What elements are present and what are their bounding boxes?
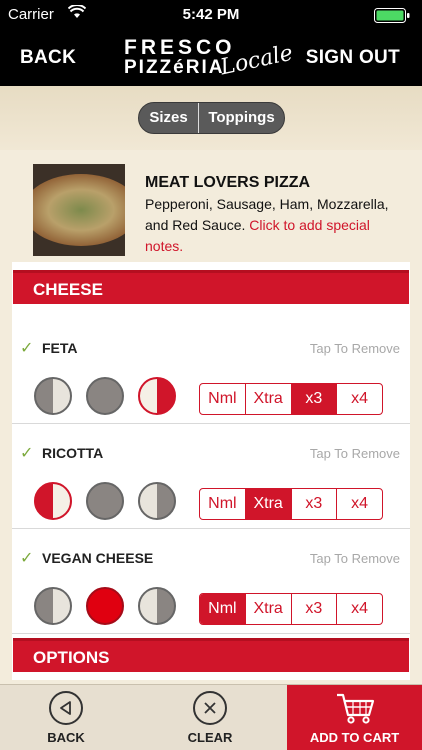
section-header-cheese: CHEESE [13,270,409,304]
right-half-portion-button[interactable] [138,482,176,520]
cart-icon [333,691,377,725]
amount-x4[interactable]: x4 [337,489,382,519]
amount-xtra[interactable]: Xtra [246,384,292,414]
topping-row: ✓ FETA Tap To Remove Nml Xtra x3 x4 [12,320,410,424]
logo-line-2: PIZZéRIA [124,57,225,78]
toolbar-clear-button[interactable]: CLEAR [175,685,245,750]
tap-to-remove[interactable]: Tap To Remove [310,551,400,566]
nav-bar: BACK FRESCO PIZZéRIA Locale SIGN OUT [0,30,422,86]
bottom-toolbar: BACK CLEAR ADD TO CART [0,684,422,750]
right-half-portion-button[interactable] [138,587,176,625]
right-half-portion-button[interactable] [138,377,176,415]
tap-to-remove[interactable]: Tap To Remove [310,341,400,356]
amount-xtra[interactable]: Xtra [246,594,292,624]
topping-row: ✓ VEGAN CHEESE Tap To Remove Nml Xtra x3… [12,530,410,634]
checkmark-icon: ✓ [20,445,34,462]
back-arrow-icon [49,691,83,725]
topping-name[interactable]: RICOTTA [42,445,103,461]
sizes-toppings-segmented: Sizes Toppings [138,102,285,134]
amount-selector: Nml Xtra x3 x4 [199,383,383,415]
amount-xtra[interactable]: Xtra [245,489,292,519]
segment-bar: Sizes Toppings [0,86,422,150]
amount-selector: Nml Xtra x3 x4 [199,593,383,625]
whole-portion-button[interactable] [86,377,124,415]
topping-name[interactable]: VEGAN CHEESE [42,550,153,566]
amount-nml[interactable]: Nml [200,594,246,624]
tap-to-remove[interactable]: Tap To Remove [310,446,400,461]
whole-portion-button[interactable] [86,482,124,520]
checkmark-icon: ✓ [20,550,34,567]
sign-out-button[interactable]: SIGN OUT [306,47,400,69]
product-title: MEAT LOVERS PIZZA [145,174,311,191]
amount-nml[interactable]: Nml [200,489,246,519]
add-to-cart-button[interactable]: ADD TO CART [287,685,422,750]
section-header-options: OPTIONS [13,638,409,672]
brand-logo: FRESCO PIZZéRIA Locale [120,34,295,84]
clock: 5:42 PM [182,6,240,23]
status-bar: Carrier 5:42 PM [0,0,422,30]
whole-portion-button[interactable] [86,587,124,625]
amount-nml[interactable]: Nml [200,384,246,414]
back-button[interactable]: BACK [20,47,76,69]
left-half-portion-button[interactable] [34,482,72,520]
close-icon [193,691,227,725]
toolbar-back-label: BACK [47,730,85,745]
toolbar-back-button[interactable]: BACK [33,685,99,750]
battery-icon [374,8,410,23]
left-half-portion-button[interactable] [34,377,72,415]
tab-toppings[interactable]: Toppings [199,103,284,133]
amount-x4[interactable]: x4 [337,384,382,414]
topping-name[interactable]: FETA [42,340,78,356]
amount-x3[interactable]: x3 [292,594,338,624]
product-description: Pepperoni, Sausage, Ham, Mozzarella, and… [145,194,410,257]
left-half-portion-button[interactable] [34,587,72,625]
topping-row: ✓ RICOTTA Tap To Remove Nml Xtra x3 x4 [12,425,410,529]
add-to-cart-label: ADD TO CART [309,730,400,745]
amount-selector: Nml Xtra x3 x4 [199,488,383,520]
amount-x4[interactable]: x4 [337,594,382,624]
toolbar-clear-label: CLEAR [187,730,233,745]
toppings-card: CHEESE ✓ FETA Tap To Remove Nml Xtra x3 … [12,262,410,680]
tab-sizes[interactable]: Sizes [139,103,199,133]
amount-x3[interactable]: x3 [291,384,338,414]
amount-x3[interactable]: x3 [292,489,338,519]
checkmark-icon: ✓ [20,340,34,357]
pizza-image [33,164,125,256]
